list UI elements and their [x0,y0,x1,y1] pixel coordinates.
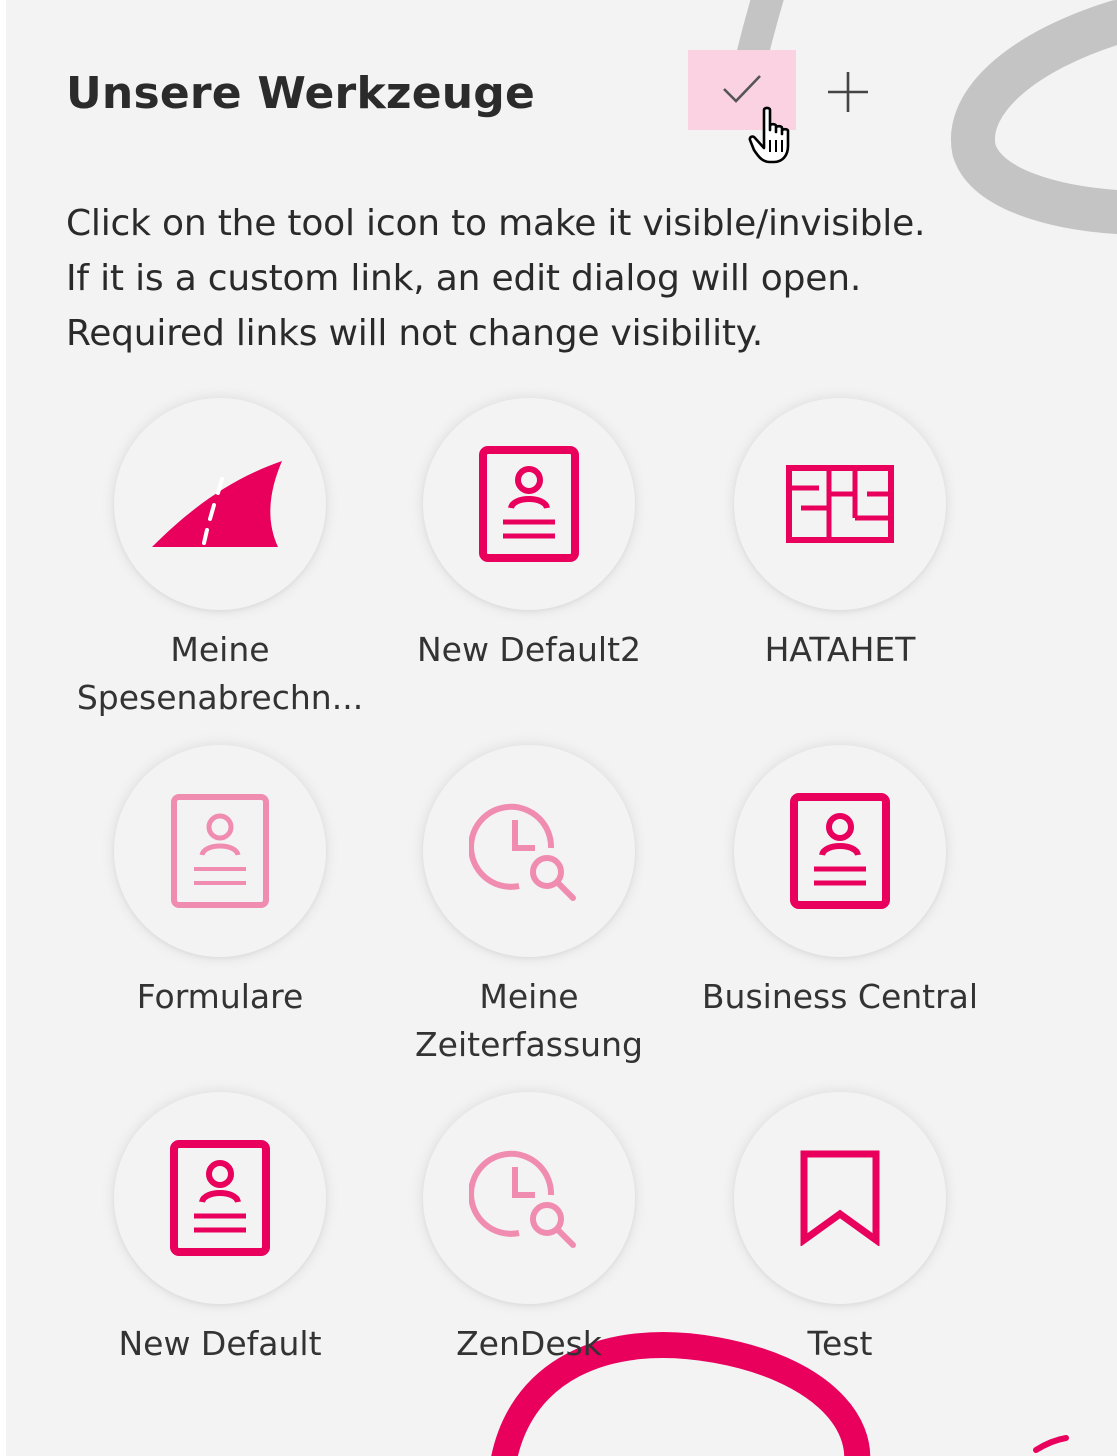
road-icon [152,461,282,547]
tool-meine-zeiterfassung[interactable]: Meine Zeiterfassung [374,745,684,1069]
contact-card-icon [170,1140,270,1256]
tool-label: ZenDesk [456,1324,602,1363]
tool-icon-button[interactable] [423,745,635,957]
instruction-line: Click on the tool icon to make it visibl… [66,203,926,244]
tool-business-central[interactable]: Business Central [685,745,995,1021]
tool-label: Business Central [701,977,979,1016]
tool-icon-button[interactable] [423,398,635,610]
contact-card-icon [479,446,579,562]
tool-hatahet[interactable]: HATAHET [685,398,995,674]
tool-test[interactable]: Test [685,1092,995,1368]
contact-card-icon [790,793,890,909]
page-title: Unsere Werkzeuge [66,67,536,119]
tool-formulare[interactable]: Formulare [65,745,375,1021]
tool-label: Formulare [136,977,304,1016]
tool-icon-button[interactable] [114,398,326,610]
tool-zendesk[interactable]: ZenDesk [374,1092,684,1368]
tool-new-default[interactable]: New Default [65,1092,375,1368]
checkmark-icon [723,75,761,103]
bookmark-icon [800,1150,880,1246]
tool-icon-button[interactable] [734,745,946,957]
tool-icon-button[interactable] [423,1092,635,1304]
instruction-line: If it is a custom link, an edit dialog w… [66,258,862,299]
tool-label: Meine Spesenabrechn... [76,630,364,717]
hand-cursor-icon [748,106,790,164]
tools-panel: Unsere Werkzeuge Click on the tool icon … [6,0,1117,1456]
tool-label: Meine Zeiterfassung [415,977,643,1064]
header: Unsere Werkzeuge [66,58,535,128]
tool-icon-button[interactable] [114,1092,326,1304]
clock-search-icon [469,803,576,901]
instructions: Click on the tool icon to make it visibl… [66,196,1106,361]
tool-label: HATAHET [764,630,916,669]
tool-meine-spesenabrechnung[interactable]: Meine Spesenabrechn... [65,398,375,722]
tool-icon-button[interactable] [734,1092,946,1304]
tool-label: Test [807,1324,873,1363]
clock-search-icon [469,1150,576,1248]
plus-icon [828,72,868,112]
add-tool-button[interactable] [820,64,876,120]
tool-icon-button[interactable] [114,745,326,957]
tool-new-default2[interactable]: New Default2 [374,398,684,674]
instruction-line: Required links will not change visibilit… [66,313,764,354]
floor-plan-icon [786,465,894,543]
tool-label: New Default [118,1324,322,1363]
tool-icon-button[interactable] [734,398,946,610]
tool-label: New Default2 [416,630,642,669]
contact-card-icon [171,794,269,908]
